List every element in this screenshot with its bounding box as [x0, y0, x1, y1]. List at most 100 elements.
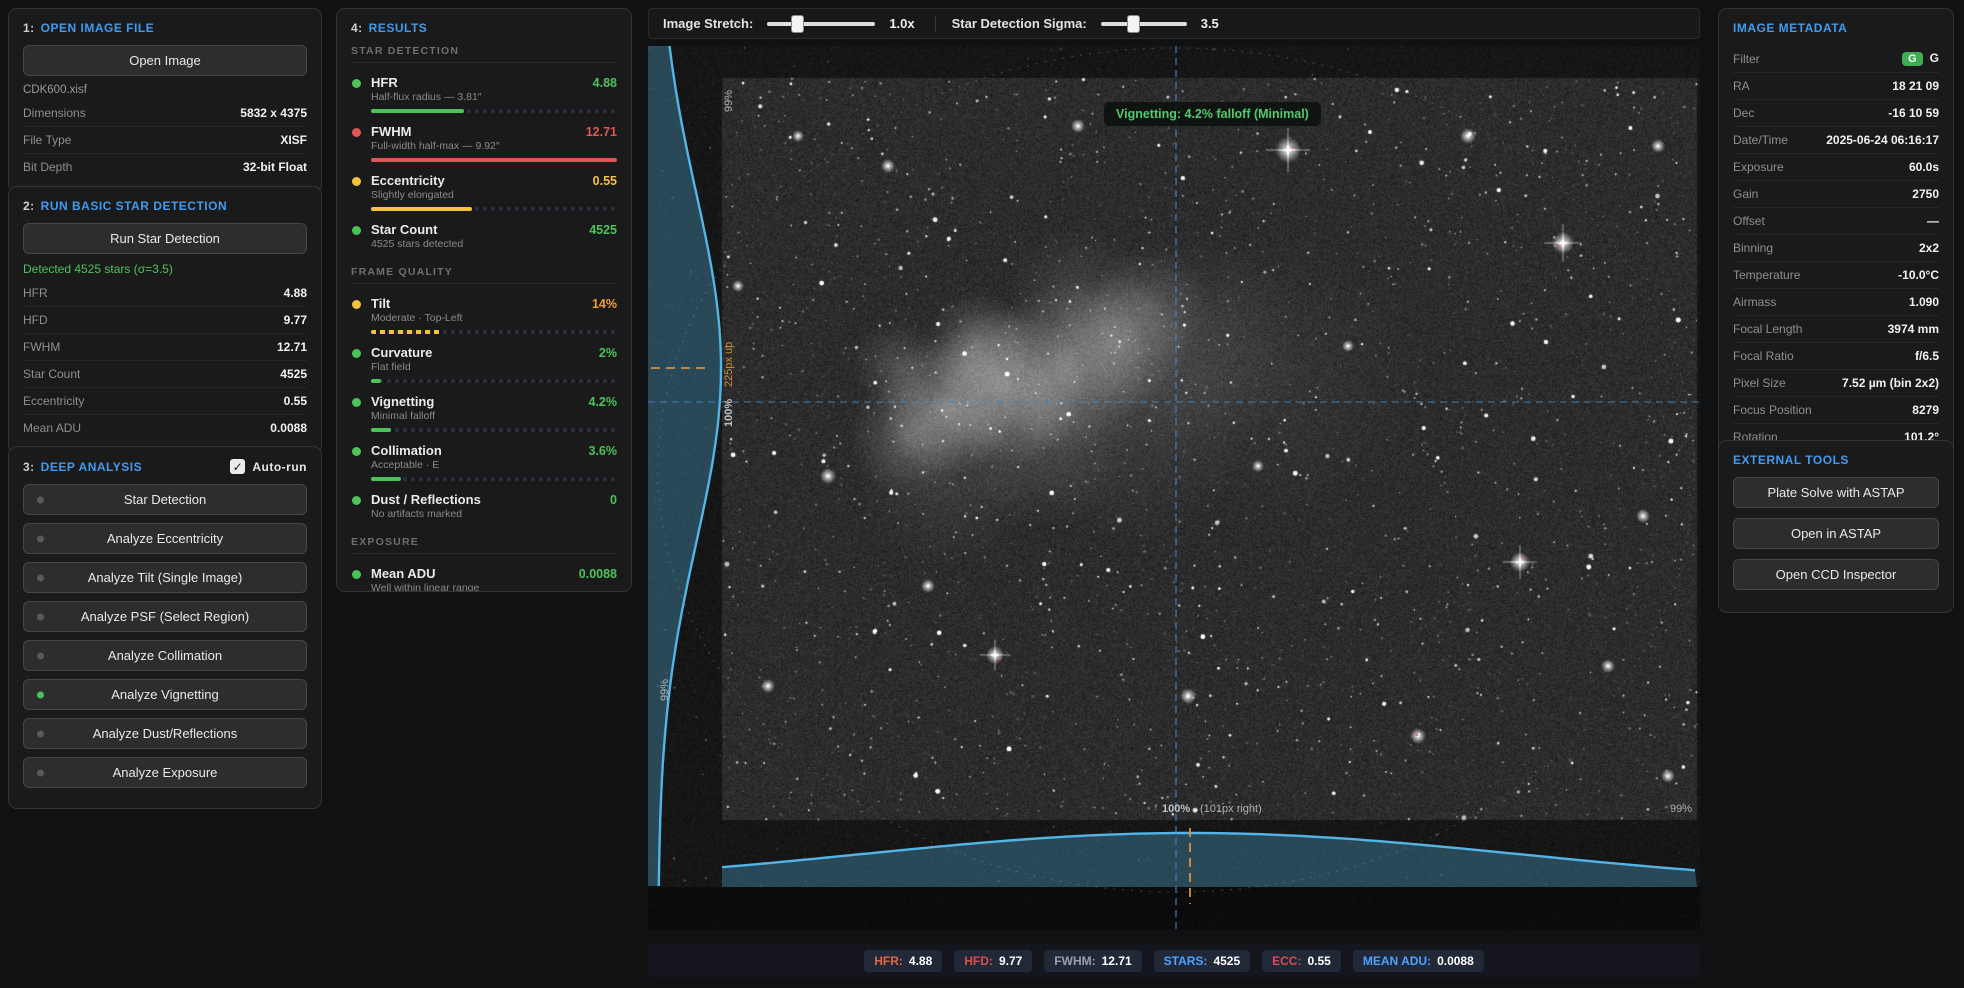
run-star-detection-button[interactable]: Run Star Detection	[23, 223, 307, 254]
analysis-button-analyze-collimation[interactable]: Analyze Collimation	[23, 640, 307, 671]
toolbar-divider	[935, 16, 936, 32]
analysis-status-dot	[37, 535, 44, 542]
star-detection-panel: 2: RUN BASIC STAR DETECTION Run Star Det…	[8, 186, 322, 454]
vignetting-profile-left-fill	[648, 46, 721, 886]
analysis-button-label: Star Detection	[124, 492, 206, 507]
status-chip-value: 0.0088	[1437, 954, 1474, 968]
results-groups: STAR DETECTION HFR Half-flux radius — 3.81…	[351, 45, 617, 592]
metadata-label: Temperature	[1733, 268, 1800, 282]
external-tool-buttons: Plate Solve with ASTAP Open in ASTAP Open …	[1733, 477, 1939, 590]
metadata-row-airmass: Airmass 1.090	[1733, 289, 1939, 316]
analysis-status-dot	[37, 574, 44, 581]
result-progress-fill	[371, 330, 440, 334]
detection-value: 4.88	[284, 286, 307, 300]
result-progress-track	[371, 109, 617, 113]
status-chip-mean-adu: MEAN ADU: 0.0088	[1353, 950, 1484, 972]
result-name: FWHM	[371, 124, 617, 139]
metadata-value: 2x2	[1919, 241, 1939, 255]
open-image-button[interactable]: Open Image	[23, 45, 307, 76]
result-item-eccentricity: Eccentricity Slightly elongated 0.55	[351, 173, 617, 211]
file-info-row-dimensions: Dimensions 5832 x 4375	[23, 100, 307, 127]
edge-percent-label-bottom-left: 99%	[659, 679, 671, 701]
status-chip-value: 12.71	[1102, 954, 1132, 968]
panel-header: EXTERNAL TOOLS	[1733, 453, 1939, 467]
analysis-button-analyze-vignetting[interactable]: Analyze Vignetting	[23, 679, 307, 710]
result-item-star-count: Star Count 4525 stars detected 4525	[351, 222, 617, 251]
step-number: 4:	[351, 21, 363, 35]
metadata-row-focal-ratio: Focal Ratio f/6.5	[1733, 343, 1939, 370]
result-description: Well within linear range	[371, 582, 617, 592]
open-in-astap-button[interactable]: Open in ASTAP	[1733, 518, 1939, 549]
result-name: Eccentricity	[371, 173, 617, 188]
metadata-value: -16 10 59	[1888, 106, 1939, 120]
metadata-value: f/6.5	[1915, 349, 1939, 363]
metadata-row-focus-position: Focus Position 8279	[1733, 397, 1939, 424]
result-name: Tilt	[371, 296, 617, 311]
step-number: 2:	[23, 199, 35, 213]
result-progress-track	[371, 207, 617, 211]
result-value: 4525	[589, 223, 617, 237]
plate-solve-with-astap-button[interactable]: Plate Solve with ASTAP	[1733, 477, 1939, 508]
sigma-value: 3.5	[1201, 16, 1219, 31]
edge-percent-label-top-left: 99%	[723, 90, 735, 112]
file-info-label: File Type	[23, 133, 71, 147]
file-info-label: Bit Depth	[23, 160, 72, 174]
analysis-status-dot	[37, 496, 44, 503]
image-viewer[interactable]: 99% 100% 225px up 99% 100% (101px right)…	[648, 46, 1700, 930]
result-progress-track	[371, 158, 617, 162]
result-name: Star Count	[371, 222, 617, 237]
filter-badge: G	[1902, 52, 1923, 66]
metadata-value: 3974 mm	[1888, 322, 1939, 336]
file-info-row-bit-depth: Bit Depth 32-bit Float	[23, 154, 307, 180]
metadata-label: Date/Time	[1733, 133, 1788, 147]
analysis-button-analyze-exposure[interactable]: Analyze Exposure	[23, 757, 307, 788]
image-stretch-slider[interactable]	[767, 15, 875, 33]
result-status-dot	[352, 496, 361, 505]
open-ccd-inspector-button[interactable]: Open CCD Inspector	[1733, 559, 1939, 590]
result-progress-fill	[371, 428, 391, 432]
slider-thumb[interactable]	[1127, 15, 1140, 33]
status-chip-fwhm: FWHM: 12.71	[1044, 950, 1141, 972]
result-description: Acceptable · E	[371, 459, 617, 472]
panel-header: 2: RUN BASIC STAR DETECTION	[23, 199, 307, 213]
step-number: 3:	[23, 460, 35, 474]
result-progress-fill	[371, 158, 617, 162]
result-item-mean-adu: Mean ADU Well within linear range 0.0088	[351, 566, 617, 592]
panel-header: 1: OPEN IMAGE FILE	[23, 21, 307, 35]
metadata-row-gain: Gain 2750	[1733, 181, 1939, 208]
result-status-dot	[352, 128, 361, 137]
autorun-checkbox[interactable]: ✓	[230, 459, 245, 474]
metadata-label: Airmass	[1733, 295, 1776, 309]
panel-header: IMAGE METADATA	[1733, 21, 1939, 35]
file-info-value: 32-bit Float	[243, 160, 307, 174]
analysis-status-dot	[37, 652, 44, 659]
result-value: 0.55	[593, 174, 617, 188]
result-item-dust-reflections: Dust / Reflections No artifacts marked 0	[351, 492, 617, 521]
analysis-button-analyze-psf-select-region[interactable]: Analyze PSF (Select Region)	[23, 601, 307, 632]
result-item-collimation: Collimation Acceptable · E 3.6%	[351, 443, 617, 481]
result-description: Moderate · Top-Left	[371, 312, 617, 325]
result-status-dot	[352, 300, 361, 309]
result-description: Minimal falloff	[371, 410, 617, 423]
analysis-button-analyze-dust-reflections[interactable]: Analyze Dust/Reflections	[23, 718, 307, 749]
detection-row-fwhm: FWHM 12.71	[23, 334, 307, 361]
slider-thumb[interactable]	[791, 15, 804, 33]
analysis-button-analyze-tilt-single-image[interactable]: Analyze Tilt (Single Image)	[23, 562, 307, 593]
result-value: 2%	[599, 346, 617, 360]
metadata-label: Binning	[1733, 241, 1773, 255]
status-chip-label: FWHM:	[1054, 954, 1095, 968]
detection-label: Mean ADU	[23, 421, 81, 435]
step-number: 1:	[23, 21, 35, 35]
detection-row-hfr: HFR 4.88	[23, 280, 307, 307]
analysis-button-label: Analyze Tilt (Single Image)	[88, 570, 243, 585]
analysis-button-star-detection[interactable]: Star Detection	[23, 484, 307, 515]
result-value: 3.6%	[589, 444, 618, 458]
vignetting-result-badge: Vignetting: 4.2% falloff (Minimal)	[1104, 102, 1321, 126]
result-item-fwhm: FWHM Full-width half-max — 9.92″ 12.71	[351, 124, 617, 162]
result-description: Half-flux radius — 3.81″	[371, 91, 617, 104]
analysis-button-analyze-eccentricity[interactable]: Analyze Eccentricity	[23, 523, 307, 554]
result-status-dot	[352, 570, 361, 579]
image-metadata-panel: IMAGE METADATA Filter G G RA 18 21 09 Dec -16 …	[1718, 8, 1954, 463]
sigma-slider[interactable]	[1101, 15, 1187, 33]
detection-metric-rows: HFR 4.88 HFD 9.77 FWHM 12.71 Star Count 4525 Ecc…	[23, 280, 307, 441]
